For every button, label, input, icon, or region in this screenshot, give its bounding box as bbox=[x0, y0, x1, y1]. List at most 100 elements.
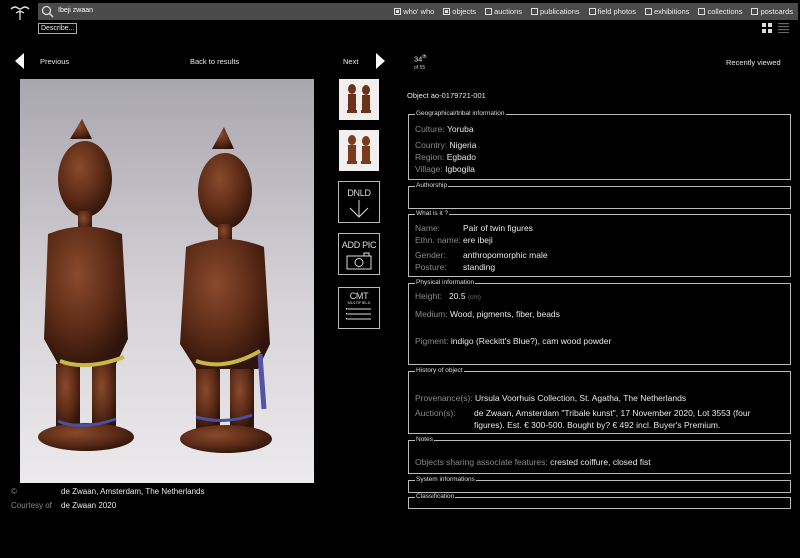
object-id: Object ao-0179721-001 bbox=[407, 91, 486, 100]
filter-objects[interactable]: objects bbox=[443, 7, 476, 16]
copyright-value: de Zwaan, Amsterdam, The Netherlands bbox=[61, 487, 205, 496]
village-value: Igbogila bbox=[445, 164, 475, 174]
filter-exhibitions[interactable]: exhibitions bbox=[644, 7, 690, 16]
auction-value-line2: figures). Est. € 300-500. Bought by? € 4… bbox=[474, 420, 721, 430]
courtesy-value: de Zwaan 2020 bbox=[61, 501, 117, 510]
checkbox[interactable] bbox=[531, 8, 538, 15]
section-what-is-it: What is it ? Name: Pair of twin figures E… bbox=[408, 210, 791, 277]
courtesy-key: Courtesy of bbox=[11, 501, 52, 510]
download-button[interactable]: DNLD bbox=[338, 181, 380, 223]
auction-label: Auction(s): bbox=[415, 408, 456, 418]
grid-view-icon[interactable] bbox=[762, 23, 772, 33]
filter-label: auctions bbox=[494, 7, 522, 16]
filter-postcards[interactable]: postcards bbox=[751, 7, 793, 16]
search-input[interactable]: Ibeji zwaan bbox=[58, 7, 93, 14]
gender-value: anthropomorphic male bbox=[463, 250, 548, 260]
gender-label: Gender: bbox=[415, 250, 446, 260]
add-picture-label: ADD PIC bbox=[341, 240, 377, 250]
checkbox[interactable] bbox=[644, 8, 652, 15]
search-icon[interactable] bbox=[41, 5, 54, 18]
village-label: Village: bbox=[415, 164, 443, 174]
medium-value: Wood, pigments, fiber, beads bbox=[449, 309, 560, 319]
section-system-informations: System informations bbox=[408, 476, 791, 493]
previous-link[interactable]: Previous bbox=[40, 57, 69, 66]
auction-value-line1: de Zwaan, Amsterdam "Tribale kunst", 17 … bbox=[474, 408, 751, 418]
back-to-results-link[interactable]: Back to results bbox=[190, 57, 239, 66]
section-authorship: Authorship bbox=[408, 182, 791, 209]
copyright-key: © bbox=[11, 487, 17, 496]
name-label: Name: bbox=[415, 223, 441, 233]
result-rank: 34th of 55 bbox=[414, 53, 427, 72]
object-main-image[interactable] bbox=[20, 79, 314, 483]
section-legend: Classification bbox=[415, 493, 456, 501]
section-legend: Notes bbox=[415, 436, 434, 444]
ethn-name-value: ere ibeji bbox=[463, 235, 493, 245]
add-picture-button[interactable]: ADD PIC bbox=[338, 233, 380, 275]
next-arrow-icon[interactable] bbox=[376, 53, 385, 69]
filter-collections[interactable]: collections bbox=[698, 7, 742, 16]
checkbox[interactable] bbox=[751, 8, 759, 15]
filter-label: objects bbox=[452, 7, 477, 16]
pigment-value: indigo (Reckitt's Blue?), cam wood powde… bbox=[450, 336, 612, 346]
search-bar[interactable]: Ibeji zwaan who' who objects auctions pu… bbox=[38, 3, 798, 20]
height-label: Height: bbox=[415, 291, 442, 301]
filter-label: publications bbox=[540, 7, 580, 16]
section-history: History of object Provenance(s): Ursula … bbox=[408, 367, 791, 434]
checkbox[interactable] bbox=[698, 8, 706, 15]
filter-auctions[interactable]: auctions bbox=[485, 7, 522, 16]
search-filters: who' who objects auctions publications f… bbox=[385, 7, 793, 16]
section-legend: Geographical/tribal information bbox=[415, 110, 506, 118]
section-geographical: Geographical/tribal information Culture:… bbox=[408, 110, 791, 180]
section-legend: Physical information bbox=[415, 279, 476, 287]
filter-label: who' who bbox=[403, 7, 435, 16]
provenance-value: Ursula Voorhuis Collection, St. Agatha, … bbox=[475, 393, 687, 403]
rank-of: of 55 bbox=[414, 64, 426, 71]
culture-value: Yoruba bbox=[446, 124, 474, 134]
next-link[interactable]: Next bbox=[343, 57, 358, 66]
section-legend: What is it ? bbox=[415, 210, 450, 218]
checkbox[interactable] bbox=[443, 8, 451, 15]
previous-arrow-icon[interactable] bbox=[15, 53, 24, 69]
thumbnail-2[interactable] bbox=[339, 130, 379, 171]
height-value: 20.5 bbox=[449, 291, 466, 301]
site-logo-icon[interactable] bbox=[10, 5, 30, 21]
posture-label: Posture: bbox=[415, 262, 447, 272]
section-physical: Physical information Height: 20.5 (cm) M… bbox=[408, 279, 791, 365]
posture-value: standing bbox=[463, 262, 496, 272]
filter-whos-who[interactable]: who' who bbox=[394, 7, 434, 16]
section-legend: History of object bbox=[415, 367, 464, 375]
filter-field-photos[interactable]: field photos bbox=[588, 7, 636, 16]
checkbox[interactable] bbox=[394, 8, 402, 15]
section-legend: Authorship bbox=[415, 182, 449, 190]
checkbox[interactable] bbox=[588, 8, 596, 15]
section-notes: Notes Objects sharing associate features… bbox=[408, 436, 791, 474]
camera-icon bbox=[346, 252, 372, 270]
country-value: Nigeria bbox=[449, 140, 477, 150]
region-value: Egbado bbox=[446, 152, 476, 162]
download-label: DNLD bbox=[347, 188, 371, 198]
provenance-label: Provenance(s): bbox=[415, 393, 473, 403]
region-label: Region: bbox=[415, 152, 445, 162]
rank-suffix: th bbox=[422, 54, 427, 60]
filter-label: collections bbox=[707, 7, 743, 16]
medium-label: Medium: bbox=[415, 309, 448, 319]
courtesy-line: Courtesy of de Zwaan 2020 bbox=[11, 501, 116, 510]
filter-publications[interactable]: publications bbox=[531, 7, 580, 16]
describe-button[interactable]: Describe... bbox=[38, 23, 78, 34]
ethn-name-label: Ethn. name: bbox=[415, 235, 461, 245]
list-view-icon[interactable] bbox=[778, 23, 789, 33]
shared-features-label: Objects sharing associate features: bbox=[415, 457, 548, 467]
thumbnail-1[interactable] bbox=[339, 79, 379, 120]
pigment-label: Pigment: bbox=[415, 336, 449, 346]
filter-label: postcards bbox=[760, 7, 793, 16]
comment-button[interactable]: CMT MULTIFIELD bbox=[338, 287, 380, 329]
height-unit: (cm) bbox=[467, 294, 481, 301]
country-label: Country: bbox=[415, 140, 448, 150]
checkbox[interactable] bbox=[485, 8, 493, 15]
shared-features-value: crested coiffure, closed fist bbox=[550, 457, 651, 467]
recently-viewed-link[interactable]: Recently viewed bbox=[726, 58, 781, 67]
section-classification: Classification bbox=[408, 493, 791, 509]
filter-label: exhibitions bbox=[653, 7, 690, 16]
multifield-lines-icon bbox=[346, 308, 371, 320]
culture-label: Culture: bbox=[415, 124, 445, 134]
